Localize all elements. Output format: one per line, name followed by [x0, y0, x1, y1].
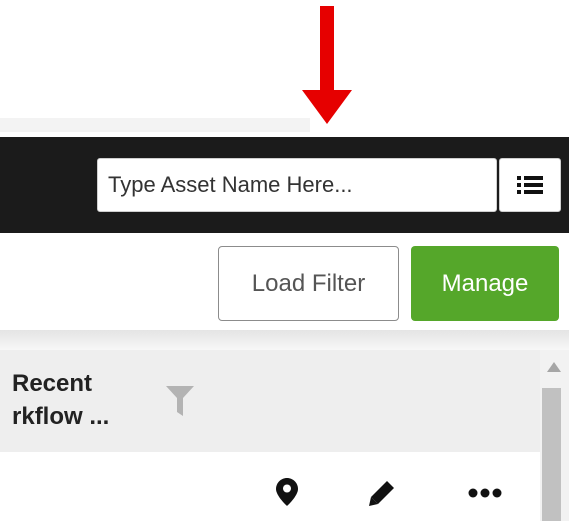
manage-button[interactable]: Manage [411, 246, 559, 321]
asset-search-input[interactable] [97, 158, 497, 212]
list-icon [517, 176, 543, 194]
more-horizontal-icon[interactable] [468, 488, 502, 498]
pencil-icon[interactable] [369, 480, 395, 506]
scroll-up-arrow-icon[interactable] [546, 360, 562, 374]
table-row [0, 452, 540, 521]
map-pin-icon[interactable] [276, 478, 298, 506]
list-view-button[interactable] [499, 158, 561, 212]
app-window: Load Filter Manage Recent rkflow ... [0, 0, 569, 521]
red-arrow-annotation-icon [302, 6, 352, 124]
column-header-recent-workflow[interactable]: Recent rkflow ... [12, 367, 162, 433]
section-divider [0, 330, 569, 350]
load-filter-button[interactable]: Load Filter [218, 246, 399, 321]
scrollbar-thumb[interactable] [542, 388, 561, 521]
top-strip [0, 118, 310, 132]
filter-icon[interactable] [166, 386, 194, 416]
